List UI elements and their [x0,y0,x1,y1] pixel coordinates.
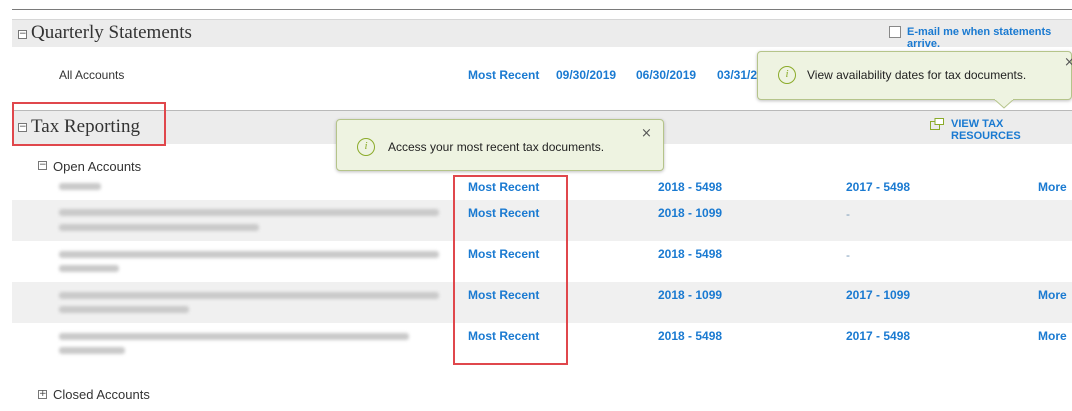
tax-form-link[interactable]: 2017 - 5498 [846,329,910,343]
recent-docs-tooltip-text: Access your most recent tax documents. [388,140,605,154]
tooltip-pointer [994,99,1014,109]
recent-docs-tooltip: i Access your most recent tax documents.… [336,119,664,171]
info-icon: i [357,138,375,156]
collapse-quarterly-icon[interactable]: − [18,30,27,39]
all-accounts-label: All Accounts [59,68,125,82]
external-link-icon[interactable] [930,118,944,130]
statement-link-0630[interactable]: 06/30/2019 [636,68,696,82]
close-icon[interactable]: × [641,126,652,141]
more-link[interactable]: More [1038,180,1067,194]
tax-form-link[interactable]: 2018 - 5498 [658,180,722,194]
expand-closed-accounts-icon[interactable]: + [38,390,47,399]
info-icon: i [778,66,796,84]
account-name-redacted [59,333,409,340]
account-name-redacted [59,292,439,299]
account-name-redacted [59,224,259,231]
account-name-redacted [59,306,189,313]
open-accounts-label: Open Accounts [53,159,142,174]
tax-form-link[interactable]: 2018 - 5498 [658,247,722,261]
email-notify-label[interactable]: E-mail me when statements arrive. [907,26,1072,50]
top-divider [12,9,1072,10]
statement-link-most-recent[interactable]: Most Recent [468,68,539,82]
account-name-redacted [59,251,439,258]
view-tax-resources-link[interactable]: VIEW TAX RESOURCES [951,118,1072,142]
tax-form-link[interactable]: 2017 - 1099 [846,288,910,302]
collapse-open-accounts-icon[interactable]: − [38,161,47,170]
statement-link-0930[interactable]: 09/30/2019 [556,68,616,82]
account-name-redacted [59,265,119,272]
tax-reporting-highlight [12,102,166,146]
empty-value: - [846,248,850,262]
most-recent-column-highlight [453,175,568,365]
statement-link-0331[interactable]: 03/31/2019 [717,68,757,82]
more-link[interactable]: More [1038,288,1067,302]
tax-form-link[interactable]: 2018 - 1099 [658,288,722,302]
closed-accounts-label[interactable]: Closed Accounts [53,387,150,402]
account-name-redacted [59,347,125,354]
email-notify-checkbox[interactable] [889,26,901,38]
tax-dates-tooltip: i View availability dates for tax docume… [757,51,1072,100]
account-name-redacted [59,183,101,190]
account-name-redacted [59,209,439,216]
tax-form-link[interactable]: 2018 - 1099 [658,206,722,220]
tax-dates-tooltip-text: View availability dates for tax document… [807,68,1027,82]
empty-value: - [846,207,850,221]
close-icon[interactable]: × [1064,55,1072,70]
quarterly-statements-title: Quarterly Statements [31,22,192,43]
more-link[interactable]: More [1038,329,1067,343]
tax-form-link[interactable]: 2017 - 5498 [846,180,910,194]
tax-form-link[interactable]: 2018 - 5498 [658,329,722,343]
